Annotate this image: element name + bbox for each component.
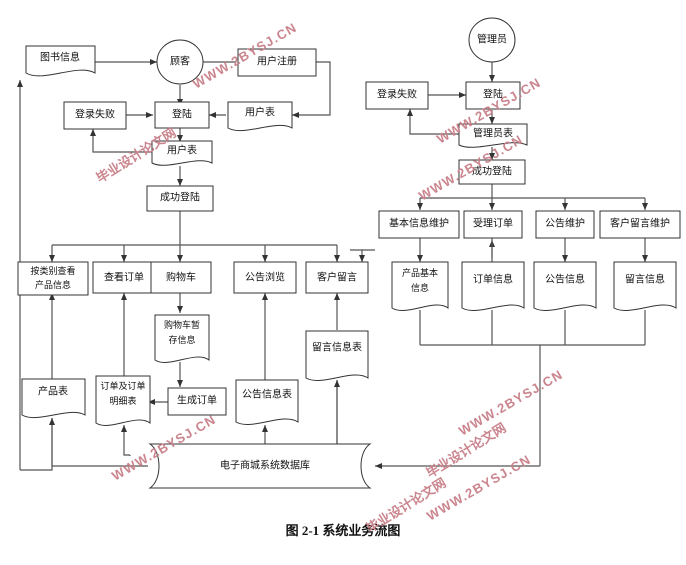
store-admin-table[interactable]: 管理员表 bbox=[458, 123, 528, 148]
node-label: 受理订单 bbox=[473, 217, 513, 229]
node-label: 用户表 bbox=[167, 143, 197, 156]
node-user-table-right[interactable]: 用户表 bbox=[227, 101, 293, 132]
node-label-line1: 按类别查看 bbox=[30, 265, 75, 276]
store-notice-info[interactable]: 公告信息 bbox=[533, 261, 597, 311]
node-label: 公告浏览 bbox=[245, 270, 285, 283]
node-admin-login-success[interactable]: 成功登陆 bbox=[458, 159, 526, 185]
node-admin-login[interactable]: 登陆 bbox=[465, 81, 521, 110]
node-label: 留言信息 bbox=[625, 272, 665, 285]
node-label: 公告信息 bbox=[545, 272, 585, 285]
node-label: 登陆 bbox=[172, 107, 192, 120]
node-admin-login-fail[interactable]: 登录失败 bbox=[365, 81, 429, 110]
node-label-line2: 明细表 bbox=[109, 395, 136, 406]
node-label: 客户留言维护 bbox=[610, 216, 670, 229]
store-message-table[interactable]: 留言信息表 bbox=[305, 330, 369, 381]
node-label: 查看订单 bbox=[104, 270, 144, 283]
node-layer: 图书信息 顾客 用户注册 登录失败 登陆 用户表 用户表 成功登陆 按类别查看 … bbox=[17, 17, 681, 489]
node-label-line1: 购物车暂 bbox=[164, 319, 200, 330]
node-customer[interactable]: 顾客 bbox=[156, 39, 204, 85]
node-customer-message[interactable]: 客户留言 bbox=[305, 261, 369, 294]
node-label: 产品表 bbox=[38, 384, 68, 397]
node-book-info[interactable]: 图书信息 bbox=[25, 45, 96, 77]
node-label: 留言信息表 bbox=[312, 340, 362, 353]
flowchart-canvas: 图书信息 顾客 用户注册 登录失败 登陆 用户表 用户表 成功登陆 按类别查看 … bbox=[0, 0, 686, 565]
node-browse-by-category[interactable]: 按类别查看 产品信息 bbox=[17, 261, 89, 296]
node-notice-browse[interactable]: 公告浏览 bbox=[233, 261, 297, 294]
node-label: 登陆 bbox=[483, 87, 503, 100]
store-order-info[interactable]: 订单信息 bbox=[461, 261, 525, 311]
node-label: 登录失败 bbox=[75, 107, 115, 120]
node-notice-maintain[interactable]: 公告维护 bbox=[535, 210, 595, 239]
node-label: 用户表 bbox=[245, 105, 275, 118]
node-label: 客户留言 bbox=[317, 270, 357, 283]
node-label: 购物车 bbox=[166, 270, 196, 283]
node-message-maintain[interactable]: 客户留言维护 bbox=[599, 210, 681, 239]
store-order-detail-table[interactable]: 订单及订单 明细表 bbox=[95, 375, 151, 426]
node-label: 管理员表 bbox=[473, 126, 513, 139]
node-accept-order[interactable]: 受理订单 bbox=[463, 210, 523, 239]
node-label: 成功登陆 bbox=[160, 190, 200, 203]
store-product-table[interactable]: 产品表 bbox=[21, 378, 86, 419]
node-label: 基本信息维护 bbox=[389, 216, 449, 229]
store-cart-temp[interactable]: 购物车暂 存信息 bbox=[154, 314, 210, 363]
node-label-line2: 存信息 bbox=[168, 334, 195, 345]
node-generate-order[interactable]: 生成订单 bbox=[167, 387, 227, 416]
node-label: 用户注册 bbox=[257, 54, 297, 67]
node-label: 成功登陆 bbox=[472, 164, 512, 177]
node-label-line2: 产品信息 bbox=[35, 279, 71, 290]
store-product-basic-info[interactable]: 产品基本 信息 bbox=[391, 261, 449, 311]
node-label: 生成订单 bbox=[177, 393, 217, 406]
store-notice-table[interactable]: 公告信息表 bbox=[235, 379, 299, 425]
node-label: 管理员 bbox=[477, 32, 507, 45]
node-basic-info-maintain[interactable]: 基本信息维护 bbox=[378, 210, 460, 239]
node-customer-login-success[interactable]: 成功登陆 bbox=[146, 185, 214, 212]
flowchart-svg: 图书信息 顾客 用户注册 登录失败 登陆 用户表 用户表 成功登陆 按类别查看 … bbox=[17, 17, 681, 538]
node-shopping-cart[interactable]: 购物车 bbox=[150, 261, 212, 294]
node-user-register[interactable]: 用户注册 bbox=[237, 48, 317, 77]
node-customer-login[interactable]: 登陆 bbox=[154, 101, 210, 129]
node-label: 顾客 bbox=[170, 54, 190, 67]
node-customer-login-fail[interactable]: 登录失败 bbox=[63, 101, 127, 130]
store-message-info[interactable]: 留言信息 bbox=[613, 261, 677, 311]
node-label: 图书信息 bbox=[40, 50, 80, 63]
node-database[interactable]: 电子商城系统数据库 bbox=[148, 443, 372, 489]
node-label: 登录失败 bbox=[377, 87, 417, 100]
node-label-line1: 产品基本 bbox=[402, 267, 438, 278]
node-label: 公告维护 bbox=[545, 216, 585, 229]
node-label: 电子商城系统数据库 bbox=[220, 458, 310, 471]
node-label-line1: 订单及订单 bbox=[100, 380, 145, 391]
node-admin[interactable]: 管理员 bbox=[468, 17, 516, 63]
node-label: 订单信息 bbox=[473, 272, 513, 285]
node-label-line2: 信息 bbox=[411, 282, 429, 293]
node-user-table-mid[interactable]: 用户表 bbox=[151, 140, 213, 166]
node-label: 公告信息表 bbox=[242, 387, 292, 400]
figure-caption: 图 2-1 系统业务流图 bbox=[286, 523, 401, 538]
node-view-orders[interactable]: 查看订单 bbox=[92, 261, 156, 294]
